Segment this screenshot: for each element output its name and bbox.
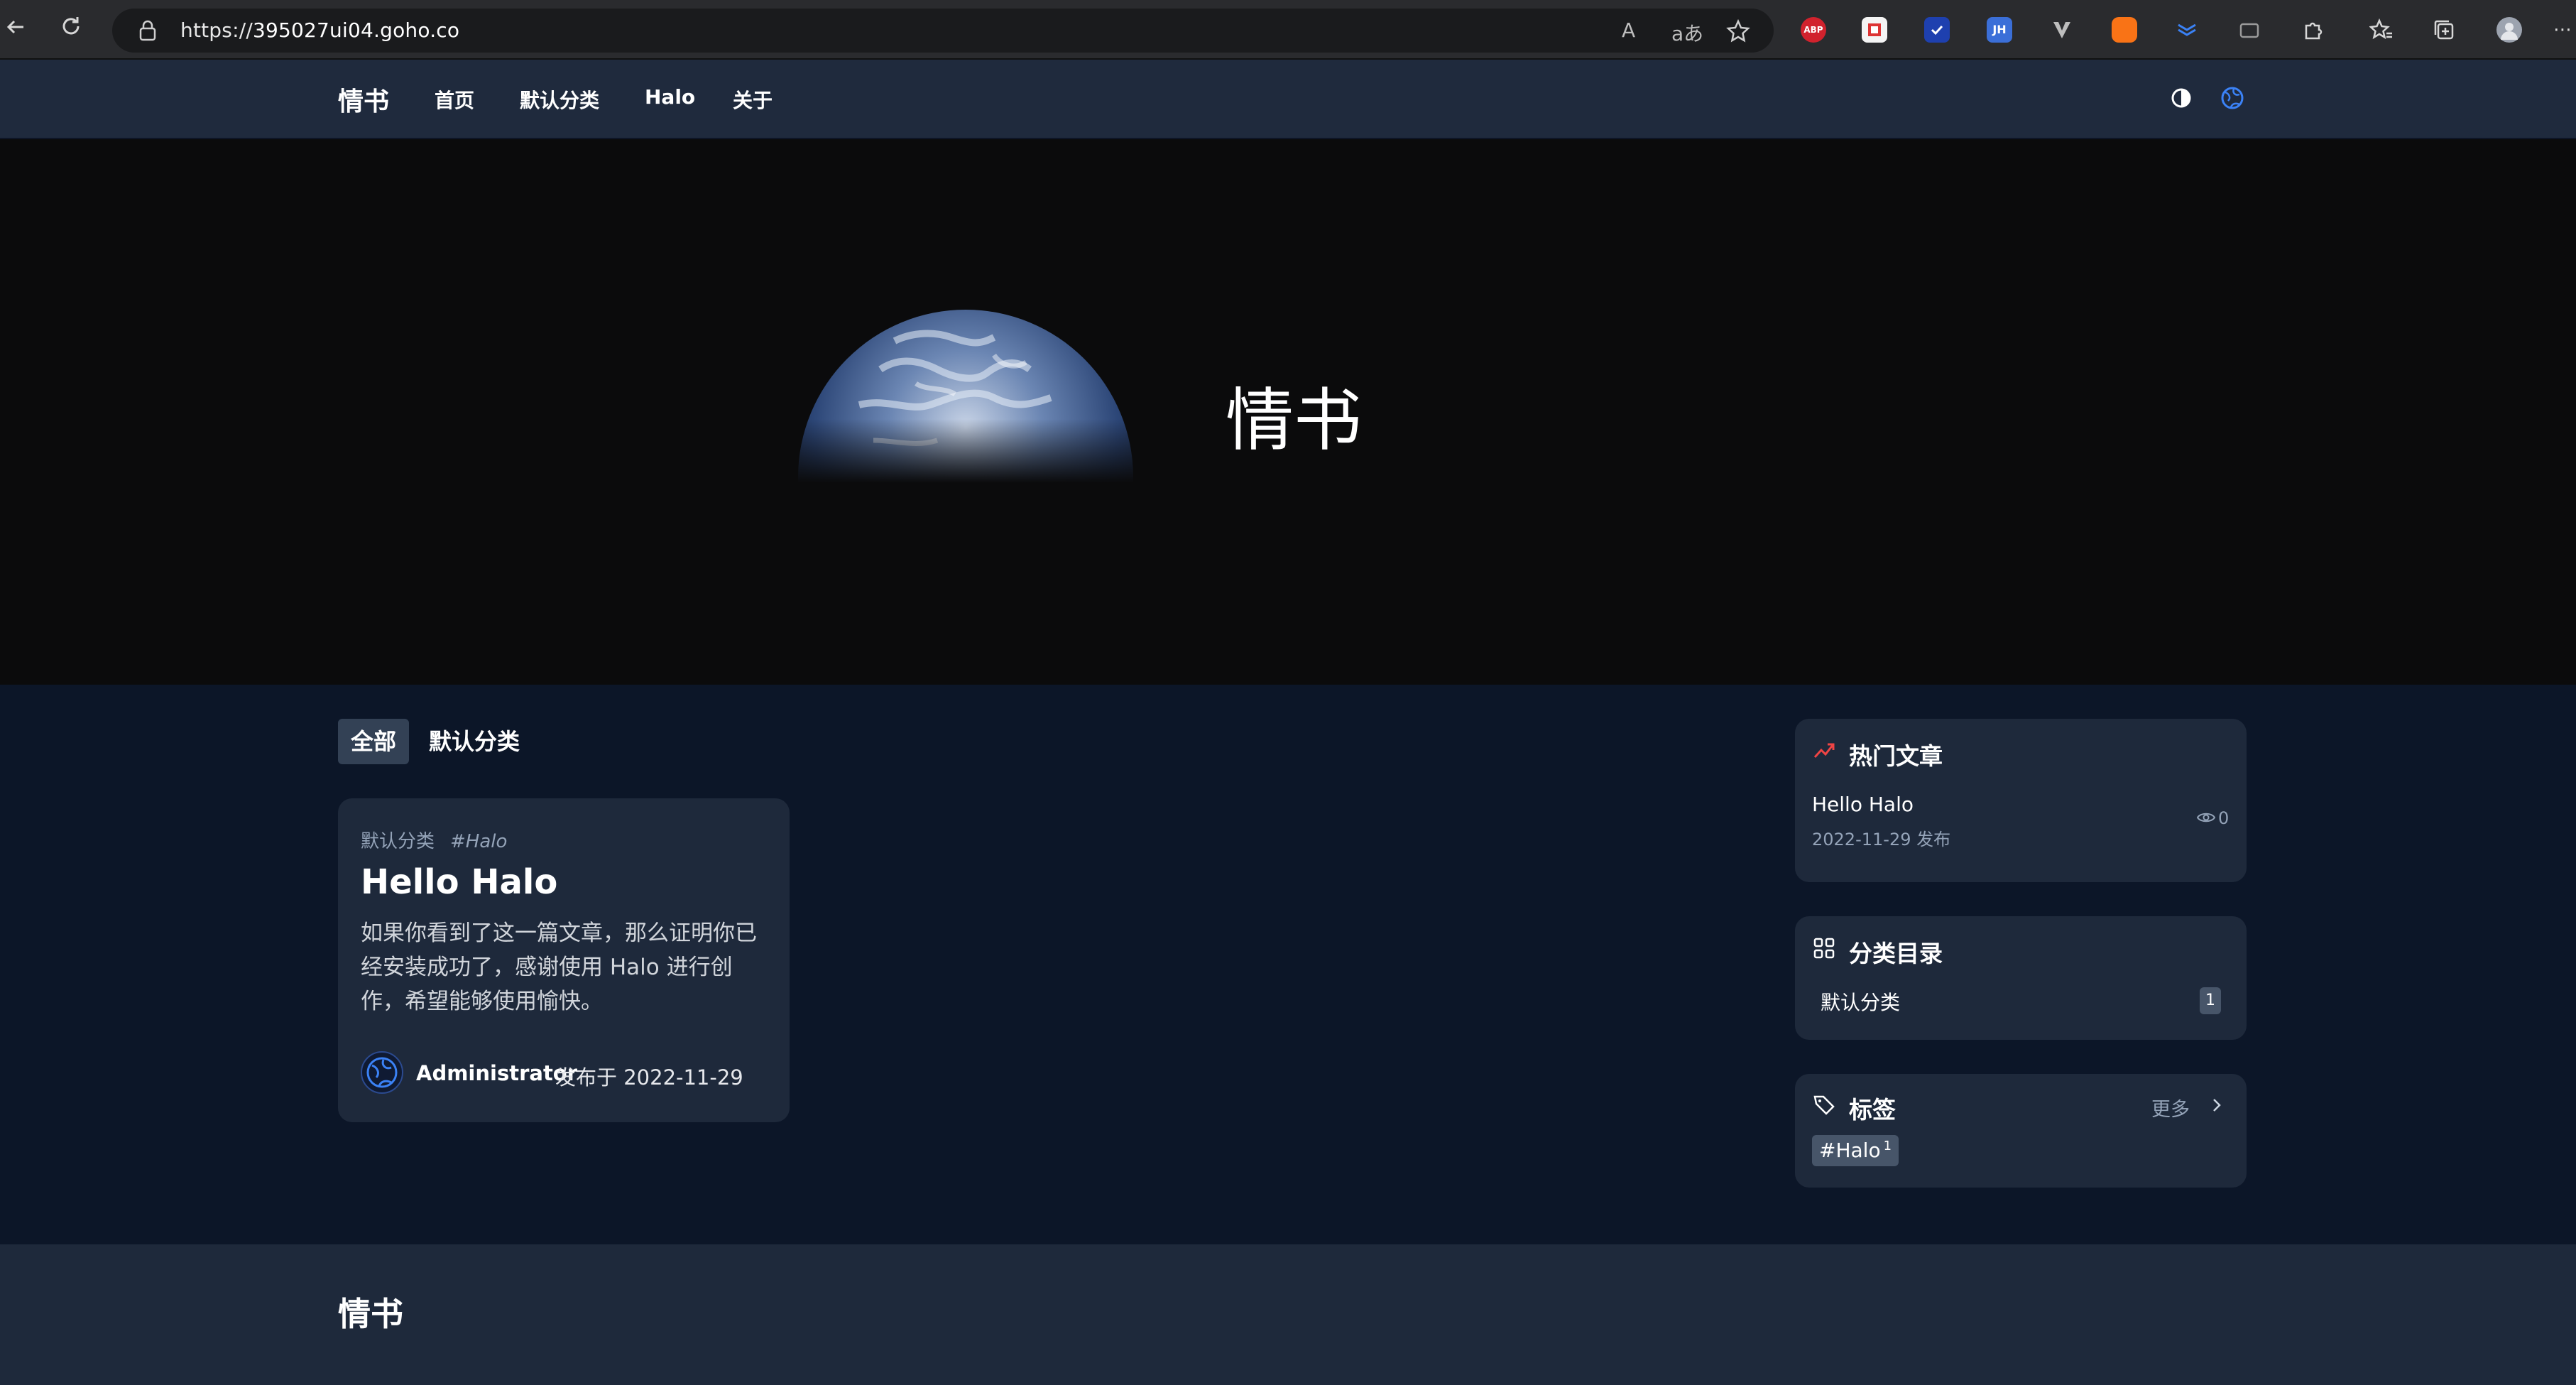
categories-widget: 分类目录 默认分类 1 xyxy=(1795,916,2247,1040)
url-scheme: https:// xyxy=(180,18,253,42)
tag-chip-count: 1 xyxy=(1883,1139,1892,1153)
theme-toggle-icon[interactable] xyxy=(2168,85,2194,111)
nav-home[interactable]: 首页 xyxy=(435,85,474,114)
layers-extension-icon[interactable] xyxy=(2174,17,2200,43)
site-footer: 情书 xyxy=(0,1244,2576,1385)
url-host: 395027ui04.goho.co xyxy=(252,18,460,42)
trending-icon xyxy=(1813,743,1835,759)
post-title[interactable]: Hello Halo xyxy=(361,862,557,902)
nav-default-category[interactable]: 默认分类 xyxy=(520,85,599,114)
tag-icon xyxy=(1813,1095,1835,1115)
hot-posts-title: 热门文章 xyxy=(1849,742,1943,770)
footer-brand: 情书 xyxy=(338,1295,403,1333)
post-tag[interactable]: #Halo xyxy=(450,831,507,852)
globe-logo-icon[interactable] xyxy=(2220,85,2245,111)
tag-chip-label: #Halo xyxy=(1819,1139,1881,1162)
site-brand[interactable]: 情书 xyxy=(338,81,389,118)
nav-halo[interactable]: Halo xyxy=(645,85,695,109)
tv-extension-icon[interactable] xyxy=(2237,17,2262,43)
author-avatar[interactable] xyxy=(361,1051,403,1094)
tags-widget: 标签 更多 #Halo 1 xyxy=(1795,1074,2247,1188)
check-extension-icon[interactable] xyxy=(1924,17,1950,43)
globe-avatar-icon xyxy=(366,1057,398,1088)
tab-default-category[interactable]: 默认分类 xyxy=(416,719,533,764)
favorites-icon[interactable] xyxy=(2369,17,2394,43)
nav-about[interactable]: 关于 xyxy=(733,85,773,114)
hot-post-title[interactable]: Hello Halo xyxy=(1812,793,1914,816)
site-header: 情书 首页 默认分类 Halo 关于 xyxy=(0,60,2576,139)
tags-title: 标签 xyxy=(1849,1096,1896,1124)
reload-icon[interactable] xyxy=(55,14,87,45)
tag-chip-halo[interactable]: #Halo 1 xyxy=(1812,1135,1899,1166)
hot-posts-widget: 热门文章 Hello Halo 2022-11-29 发布 0 xyxy=(1795,719,2247,882)
favorite-add-icon[interactable] xyxy=(1725,18,1751,44)
lock-icon xyxy=(139,20,156,41)
page: https://395027ui04.goho.co A aあ ABP JH ⋯… xyxy=(0,0,2576,1385)
v-extension-icon[interactable] xyxy=(2049,17,2075,43)
translate-icon[interactable]: aあ xyxy=(1671,18,1703,47)
back-icon[interactable] xyxy=(0,14,31,45)
grid-icon xyxy=(1813,938,1835,959)
extension-red-icon[interactable] xyxy=(1862,17,1887,43)
post-category[interactable]: 默认分类 xyxy=(361,831,435,852)
extensions-puzzle-icon[interactable] xyxy=(2301,17,2326,43)
collections-icon[interactable] xyxy=(2431,17,2457,43)
more-menu-icon[interactable]: ⋯ xyxy=(2549,14,2576,45)
post-date: 发布于 2022-11-29 xyxy=(555,1065,743,1090)
tags-more-link[interactable]: 更多 xyxy=(2151,1094,2190,1121)
hero-banner: 情书 xyxy=(0,139,2576,685)
earth-icon xyxy=(795,310,1136,483)
categories-title: 分类目录 xyxy=(1849,940,1943,967)
eye-icon xyxy=(2197,813,2215,822)
chevron-right-icon[interactable] xyxy=(2210,1097,2224,1114)
author-name[interactable]: Administrator xyxy=(416,1061,577,1085)
category-item-default[interactable]: 默认分类 xyxy=(1821,987,1900,1016)
jh-extension-icon[interactable]: JH xyxy=(1987,17,2012,43)
profile-avatar-icon[interactable] xyxy=(2496,17,2522,43)
address-url: https://395027ui04.goho.co xyxy=(180,18,459,42)
post-card[interactable]: 默认分类 #Halo Hello Halo 如果你看到了这一篇文章，那么证明你已经… xyxy=(338,798,790,1122)
hero-title: 情书 xyxy=(1226,381,1362,460)
post-meta: 默认分类 #Halo xyxy=(361,827,507,853)
read-aloud-icon[interactable]: A xyxy=(1622,18,1635,42)
post-excerpt: 如果你看到了这一篇文章，那么证明你已经安装成功了，感谢使用 Halo 进行创作，… xyxy=(361,920,757,1014)
address-bar[interactable]: https://395027ui04.goho.co A aあ xyxy=(112,9,1774,53)
hot-post-date: 2022-11-29 发布 xyxy=(1812,830,1951,849)
category-count-badge: 1 xyxy=(2200,987,2221,1014)
hot-post-views: 0 xyxy=(2218,808,2230,828)
adblock-extension-icon[interactable]: ABP xyxy=(1801,17,1826,43)
tab-all[interactable]: 全部 xyxy=(338,719,410,764)
browser-toolbar: https://395027ui04.goho.co A aあ ABP JH ⋯ xyxy=(0,0,2576,60)
orange-extension-icon[interactable] xyxy=(2112,17,2137,43)
